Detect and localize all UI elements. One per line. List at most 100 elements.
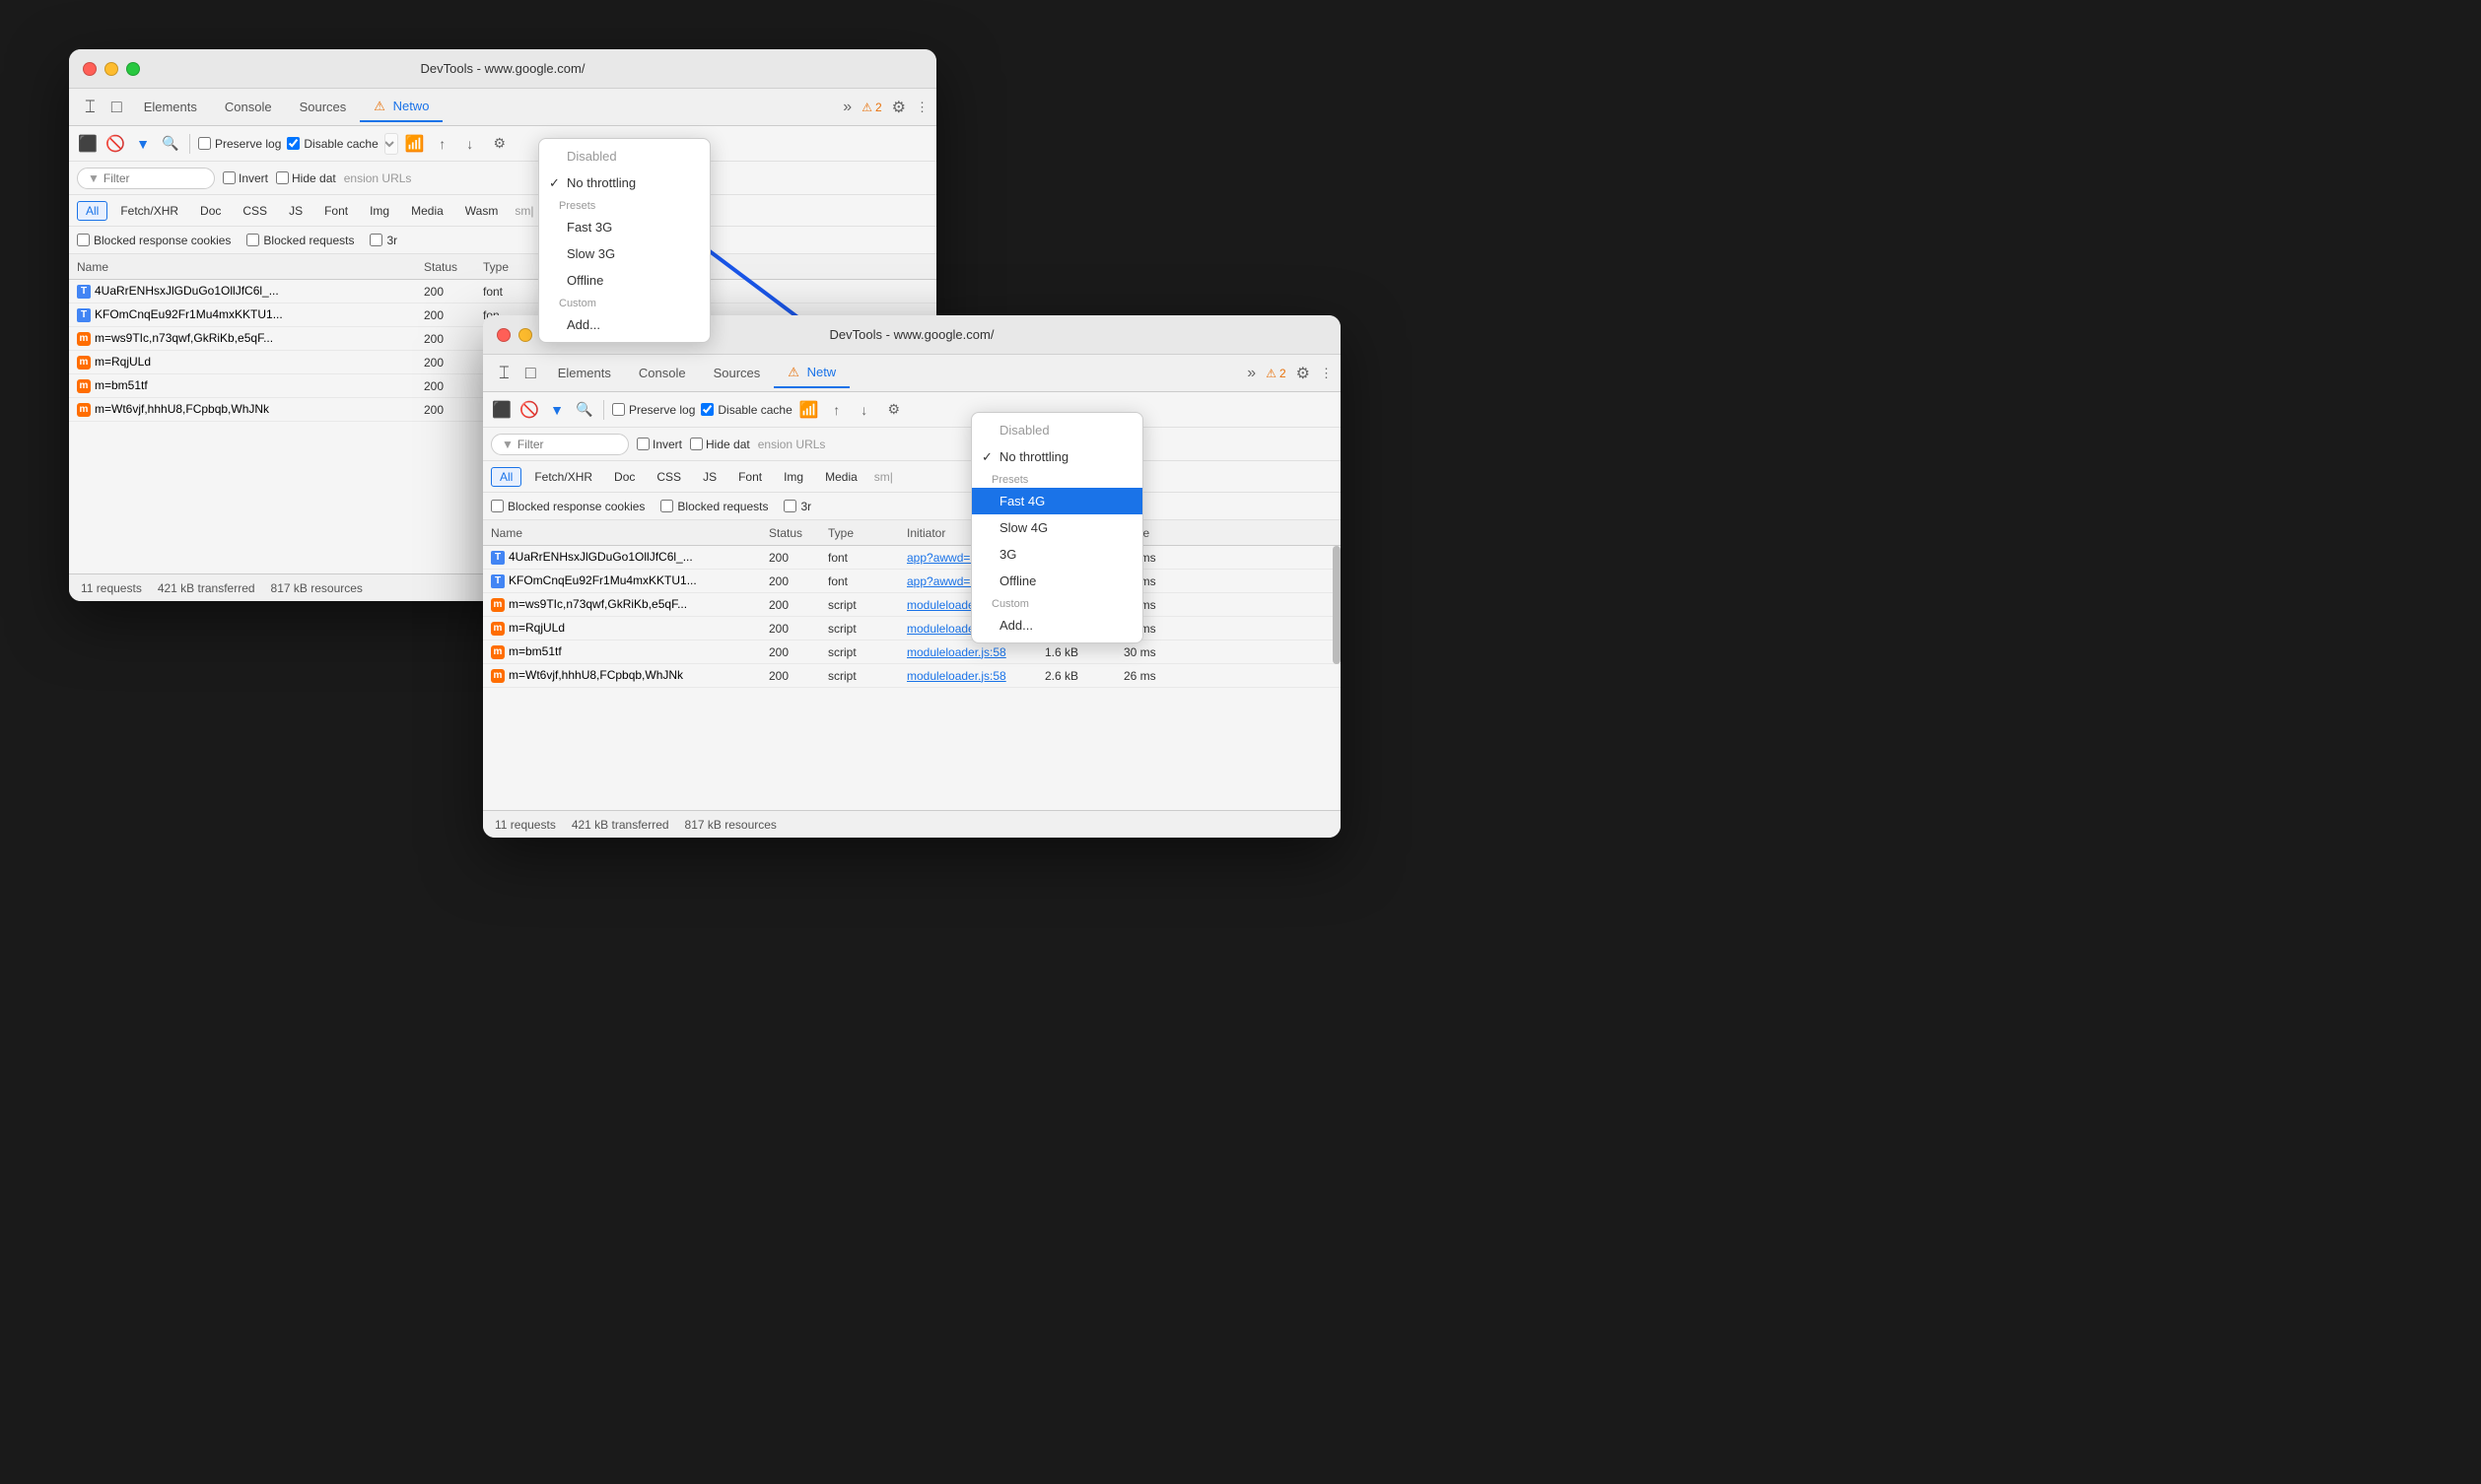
tab-console-1[interactable]: Console [211, 94, 286, 120]
preserve-log-checkbox-2[interactable] [612, 403, 625, 416]
blocked-requests-checkbox-1[interactable] [246, 234, 259, 246]
filter-wasm-1[interactable]: Wasm [456, 201, 508, 221]
minimize-button-1[interactable] [104, 62, 118, 76]
tab-elements-2[interactable]: Elements [544, 360, 625, 386]
filter-media-1[interactable]: Media [402, 201, 452, 221]
menu-disabled-label-1: Disabled [539, 143, 710, 169]
filter-toggle-btn-2[interactable]: ▼ [546, 399, 568, 421]
scrollbar-thumb-2[interactable] [1333, 546, 1341, 664]
table-row-2-3[interactable]: mm=ws9TIc,n73qwf,GkRiKb,e5qF... 200 scri… [483, 593, 1341, 617]
search-btn-1[interactable]: 🔍 [160, 133, 181, 155]
stop-recording-btn-2[interactable]: ⬛ [491, 399, 513, 421]
filter-all-1[interactable]: All [77, 201, 107, 221]
filter-funnel-icon-2: ▼ [502, 438, 514, 451]
tab-elements-1[interactable]: Elements [130, 94, 211, 120]
third-party-checkbox-2[interactable] [784, 500, 796, 512]
hide-data-checkbox-1[interactable] [276, 171, 289, 184]
upload-icon-1: ↑ [432, 133, 453, 155]
filter-font-2[interactable]: Font [729, 467, 771, 487]
col-header-type-2[interactable]: Type [828, 526, 907, 540]
invert-checkbox-2[interactable] [637, 438, 650, 450]
hide-data-checkbox-2[interactable] [690, 438, 703, 450]
disable-cache-checkbox-2[interactable] [701, 403, 714, 416]
blocked-cookies-checkbox-1[interactable] [77, 234, 90, 246]
menu-no-throttling-1[interactable]: No throttling [539, 169, 710, 196]
invert-checkbox-1[interactable] [223, 171, 236, 184]
table-row-2-1[interactable]: T4UaRrENHsxJlGDuGo1OllJfC6l_... 200 font… [483, 546, 1341, 570]
col-header-name-1[interactable]: Name [69, 260, 424, 274]
menu-offline-1[interactable]: Offline [539, 267, 710, 294]
filter-media-2[interactable]: Media [816, 467, 866, 487]
close-button-1[interactable] [83, 62, 97, 76]
cursor-icon-1[interactable]: ⌶ [77, 97, 103, 117]
filter-input-1[interactable] [103, 171, 202, 185]
filter-font-1[interactable]: Font [315, 201, 357, 221]
settings-icon-2[interactable]: ⚙ [1296, 364, 1310, 383]
clear-btn-2[interactable]: 🚫 [518, 399, 540, 421]
filter-fetch-1[interactable]: Fetch/XHR [111, 201, 187, 221]
blocked-cookies-checkbox-2[interactable] [491, 500, 504, 512]
filter-all-2[interactable]: All [491, 467, 521, 487]
menu-slow4g-2[interactable]: Slow 4G [972, 514, 1142, 541]
inspect-icon-2[interactable]: □ [517, 363, 544, 383]
col-header-status-1[interactable]: Status [424, 260, 483, 274]
network-gear-1[interactable]: ⚙ [489, 133, 511, 155]
clear-btn-1[interactable]: 🚫 [104, 133, 126, 155]
traffic-lights-1 [83, 62, 140, 76]
blocked-requests-checkbox-2[interactable] [660, 500, 673, 512]
scrollbar-2[interactable] [1333, 546, 1341, 660]
filter-doc-1[interactable]: Doc [191, 201, 230, 221]
menu-offline-2[interactable]: Offline [972, 568, 1142, 594]
filter-input-2[interactable] [517, 438, 616, 451]
col-header-status-2[interactable]: Status [769, 526, 828, 540]
more-options-icon-1[interactable]: ⋮ [916, 100, 929, 115]
settings-icon-1[interactable]: ⚙ [892, 98, 906, 117]
menu-fast3g-1[interactable]: Fast 3G [539, 214, 710, 240]
disable-cache-checkbox-1[interactable] [287, 137, 300, 150]
tab-console-2[interactable]: Console [625, 360, 700, 386]
tab-sources-1[interactable]: Sources [286, 94, 361, 120]
more-tabs-icon-2[interactable]: » [1247, 365, 1256, 382]
table-row-2-6[interactable]: mm=Wt6vjf,hhhU8,FCpbqb,WhJNk 200 script … [483, 664, 1341, 688]
menu-fast4g-2[interactable]: Fast 4G [972, 488, 1142, 514]
tab-network-1[interactable]: ⚠ Netwo [360, 93, 443, 122]
network-gear-2[interactable]: ⚙ [883, 399, 905, 421]
filter-img-2[interactable]: Img [775, 467, 812, 487]
menu-no-throttling-2[interactable]: No throttling [972, 443, 1142, 470]
throttle-select-1[interactable] [384, 133, 398, 155]
maximize-button-1[interactable] [126, 62, 140, 76]
filter-doc-2[interactable]: Doc [605, 467, 644, 487]
filter-js-1[interactable]: JS [280, 201, 311, 221]
filter-js-2[interactable]: JS [694, 467, 725, 487]
stop-recording-btn-1[interactable]: ⬛ [77, 133, 99, 155]
tab-sources-2[interactable]: Sources [700, 360, 775, 386]
preserve-log-checkbox-1[interactable] [198, 137, 211, 150]
more-tabs-icon-1[interactable]: » [843, 99, 852, 116]
more-options-icon-2[interactable]: ⋮ [1320, 366, 1333, 381]
wifi-icon-2: 📶 [798, 399, 820, 421]
menu-slow3g-1[interactable]: Slow 3G [539, 240, 710, 267]
filter-toggle-btn-1[interactable]: ▼ [132, 133, 154, 155]
table-row-2-5[interactable]: mm=bm51tf 200 script moduleloader.js:58 … [483, 641, 1341, 664]
menu-add-2[interactable]: Add... [972, 612, 1142, 639]
filter-css-1[interactable]: CSS [234, 201, 276, 221]
filter-img-1[interactable]: Img [361, 201, 398, 221]
search-btn-2[interactable]: 🔍 [574, 399, 595, 421]
filter-fetch-2[interactable]: Fetch/XHR [525, 467, 601, 487]
third-party-checkbox-1[interactable] [370, 234, 382, 246]
table-row-2-2[interactable]: TKFOmCnqEu92Fr1Mu4mxKKTU1... 200 font ap… [483, 570, 1341, 593]
table-row-2-4[interactable]: mm=RqjULd 200 script moduleloader.js:58 … [483, 617, 1341, 641]
network-toolbar-1: ⬛ 🚫 ▼ 🔍 Preserve log Disable cache 📶 ↑ ↓… [69, 126, 936, 162]
table-row-1-1[interactable]: T4UaRrENHsxJlGDuGo1OllJfC6l_... 200 font… [69, 280, 936, 304]
menu-add-1[interactable]: Add... [539, 311, 710, 338]
filter-css-2[interactable]: CSS [648, 467, 690, 487]
row-icon-font-1: T [77, 285, 91, 299]
close-button-2[interactable] [497, 328, 511, 342]
tab-network-2[interactable]: ⚠ Netw [774, 359, 850, 388]
cursor-icon-2[interactable]: ⌶ [491, 363, 517, 383]
inspect-icon-1[interactable]: □ [103, 97, 130, 117]
devtools-tabs-1: ⌶ □ Elements Console Sources ⚠ Netwo » ⚠… [69, 89, 936, 126]
menu-3g-2[interactable]: 3G [972, 541, 1142, 568]
minimize-button-2[interactable] [518, 328, 532, 342]
col-header-name-2[interactable]: Name [483, 526, 769, 540]
